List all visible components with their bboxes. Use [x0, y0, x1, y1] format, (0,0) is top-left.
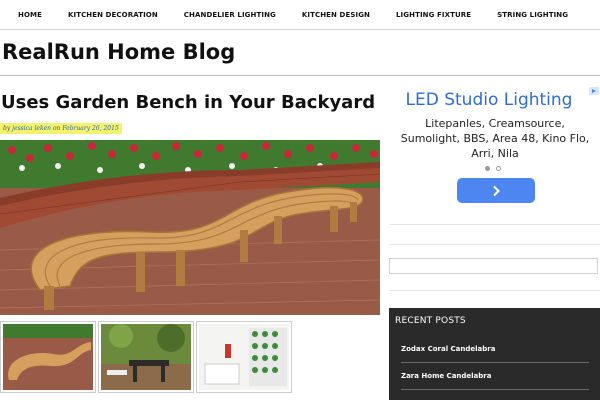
garden-bench-illustration — [0, 140, 380, 315]
recent-post-link[interactable]: Zara Home Candelabra — [401, 372, 589, 380]
ad-choices-icon[interactable] — [589, 87, 599, 95]
recent-post-link[interactable]: Zodax Coral Candelabra — [401, 345, 589, 353]
nav-item-string-lighting[interactable]: STRING LIGHTING — [497, 11, 568, 19]
nav-item-kitchen-design[interactable]: KITCHEN DESIGN — [302, 11, 370, 19]
recent-posts-widget: RECENT POSTS Zodax Coral Candelabra Zara… — [389, 308, 600, 400]
nav-item-home[interactable]: HOME — [18, 11, 42, 19]
title-divider — [0, 75, 600, 76]
sidebar-ad[interactable]: LED Studio Lighting Litepanles, Creamsou… — [389, 86, 600, 212]
recent-posts-title: RECENT POSTS — [395, 316, 466, 326]
thumbnail-2[interactable] — [98, 321, 194, 393]
green-wall-thumbnail — [199, 324, 289, 390]
ad-next-button[interactable] — [457, 178, 535, 203]
ad-body-text: Litepanles, Creamsource, Sumolight, BBS,… — [400, 117, 590, 160]
sidebar-divider — [389, 290, 600, 291]
recent-post-divider — [401, 389, 589, 390]
post-author-link[interactable]: jessica leken — [12, 125, 51, 132]
meta-prefix: by — [3, 125, 11, 132]
sidebar-divider — [389, 244, 600, 245]
bench-thumbnail — [3, 324, 93, 390]
top-nav: HOME KITCHEN DECORATION CHANDELIER LIGHT… — [0, 0, 600, 30]
nav-item-chandelier-lighting[interactable]: CHANDELIER LIGHTING — [184, 11, 276, 19]
thumbnail-3[interactable] — [196, 321, 292, 393]
post-title[interactable]: Uses Garden Bench in Your Backyard — [1, 92, 375, 113]
hero-image[interactable] — [0, 140, 380, 315]
thumbnail-1[interactable] — [0, 321, 96, 393]
recent-post-divider — [401, 362, 589, 363]
site-title[interactable]: RealRun Home Blog — [2, 40, 235, 64]
post-meta: by jessica leken on February 26, 2015 — [0, 123, 122, 134]
sidebar-divider — [389, 224, 600, 225]
search-input[interactable] — [389, 258, 598, 274]
ad-dot-inactive[interactable] — [496, 166, 501, 171]
nav-item-kitchen-decoration[interactable]: KITCHEN DECORATION — [68, 11, 158, 19]
ad-headline[interactable]: LED Studio Lighting — [389, 90, 589, 110]
meta-mid: on — [52, 125, 61, 132]
patio-table-thumbnail — [101, 324, 191, 390]
nav-item-lighting-fixture[interactable]: LIGHTING FIXTURE — [396, 11, 471, 19]
thumbnail-strip — [0, 321, 294, 393]
ad-carousel-dots — [485, 166, 501, 171]
ad-dot-active[interactable] — [485, 166, 490, 171]
post-date-link[interactable]: February 26, 2015 — [62, 125, 118, 132]
chevron-right-icon — [493, 185, 500, 196]
